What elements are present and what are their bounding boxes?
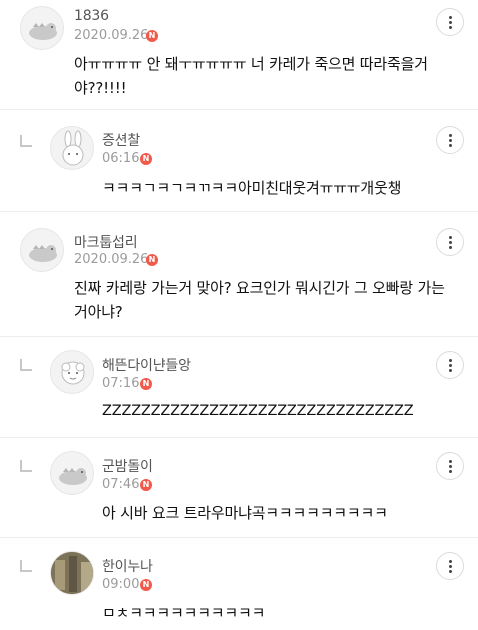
new-badge: N: [140, 153, 152, 165]
more-options-button[interactable]: [436, 8, 464, 36]
dot: [449, 570, 452, 573]
reply-arrow-icon: [20, 359, 32, 371]
comment-body: ㅋㅋㅋㄱㅋㄱㅋㄲㅋㅋ아미친대웃겨ㅠㅠㅠ개웃챙: [102, 179, 402, 197]
comment-author[interactable]: 증션찰: [102, 130, 140, 150]
dot: [449, 364, 452, 367]
new-badge: N: [140, 479, 152, 491]
comment-author[interactable]: 마크툽섭리: [74, 232, 138, 252]
comment-item: 1836 2020.09.26 N 아ㅠㅠㅠㅠ 안 돼ㅜㅠㅠㅠㅠ 너 카레가 죽…: [0, 0, 478, 110]
comment-item: 마크툽섭리 2020.09.26 N 진짜 카레랑 가는거 맞아? 요크인가 뭐…: [0, 212, 478, 337]
dot: [449, 16, 452, 19]
comment-body: ZZZZZZZZZZZZZZZZZZZZZZZZZZZZZZZZ: [102, 403, 414, 419]
new-badge: N: [146, 254, 158, 266]
more-options-button[interactable]: [436, 126, 464, 154]
rabbit-avatar-icon[interactable]: [50, 126, 94, 170]
reply-arrow-icon: [20, 560, 32, 572]
more-options-button[interactable]: [436, 452, 464, 480]
comment-date: 06:16: [102, 151, 140, 166]
reply-item: 증션찰 06:16 N ㅋㅋㅋㄱㅋㄱㅋㄲㅋㅋ아미친대웃겨ㅠㅠㅠ개웃챙: [0, 110, 478, 212]
more-options-button[interactable]: [436, 228, 464, 256]
comment-date: 07:16: [102, 376, 140, 391]
reply-item: 해뜬다이냔들앙 07:16 N ZZZZZZZZZZZZZZZZZZZZZZZZ…: [0, 337, 478, 438]
comment-author[interactable]: 1836: [74, 8, 109, 24]
comment-date: 2020.09.26: [74, 252, 149, 267]
comment-body: 진짜 카레랑 가는거 맞아? 요크인가 뭐시긴가 그 오빠랑 가는 거아냐?: [74, 279, 445, 321]
new-badge: N: [140, 378, 152, 390]
dot: [449, 565, 452, 568]
photo-avatar-icon[interactable]: [50, 551, 94, 595]
dot: [449, 26, 452, 29]
reply-item: 한이누나 09:00 N ㅁㅊㅋㅋㅋㅋㅋㅋㅋㅋㅋㅋ: [0, 538, 478, 630]
comment-date: 07:46: [102, 477, 140, 492]
dot: [449, 134, 452, 137]
dot: [449, 465, 452, 468]
dot: [449, 560, 452, 563]
dot: [449, 369, 452, 372]
new-badge: N: [140, 579, 152, 591]
dot: [449, 21, 452, 24]
dot: [449, 460, 452, 463]
comment-body: 아 시바 요크 트라우마냐곡ㅋㅋㅋㅋㅋㅋㅋㅋㅋ: [102, 504, 388, 522]
dot: [449, 241, 452, 244]
more-options-button[interactable]: [436, 351, 464, 379]
dot: [449, 144, 452, 147]
comment-list: 1836 2020.09.26 N 아ㅠㅠㅠㅠ 안 돼ㅜㅠㅠㅠㅠ 너 카레가 죽…: [0, 0, 478, 630]
comment-author[interactable]: 한이누나: [102, 556, 153, 576]
comment-author[interactable]: 해뜬다이냔들앙: [102, 355, 191, 375]
dot: [449, 359, 452, 362]
dot: [449, 470, 452, 473]
new-badge: N: [146, 30, 158, 42]
dot: [449, 246, 452, 249]
comment-date: 2020.09.26: [74, 28, 149, 43]
dot: [449, 236, 452, 239]
reply-item: 군밤돌이 07:46 N 아 시바 요크 트라우마냐곡ㅋㅋㅋㅋㅋㅋㅋㅋㅋ: [0, 438, 478, 538]
comment-body: 아ㅠㅠㅠㅠ 안 돼ㅜㅠㅠㅠㅠ 너 카레가 죽으면 따라죽을거야??!!!!: [74, 55, 428, 97]
comment-author[interactable]: 군밤돌이: [102, 456, 153, 476]
comment-date: 09:00: [102, 577, 140, 592]
sheep-avatar-icon[interactable]: [50, 350, 94, 394]
dot: [449, 139, 452, 142]
more-options-button[interactable]: [436, 552, 464, 580]
reply-arrow-icon: [20, 135, 32, 147]
dinosaur-avatar-icon[interactable]: [50, 451, 94, 495]
dinosaur-avatar-icon[interactable]: [20, 6, 64, 50]
comment-body: ㅁㅊㅋㅋㅋㅋㅋㅋㅋㅋㅋㅋ: [102, 604, 266, 622]
dinosaur-avatar-icon[interactable]: [20, 228, 64, 272]
reply-arrow-icon: [20, 460, 32, 472]
